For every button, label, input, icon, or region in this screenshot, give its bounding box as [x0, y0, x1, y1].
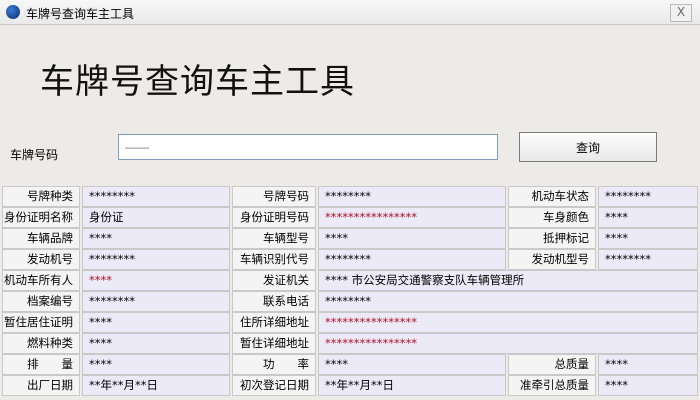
field-row: 车辆品牌 **** 车辆型号 **** 抵押标记 ****	[0, 228, 700, 249]
field-value: ****	[82, 354, 230, 375]
field-value: ********	[318, 291, 698, 312]
field-value: ****************	[318, 312, 698, 333]
field-value: ****	[82, 312, 230, 333]
field-row: 身份证明名称 身份证 身份证明号码 **************** 车身颜色 ****	[0, 207, 700, 228]
field-label: 抵押标记	[508, 228, 596, 249]
title-bar: 车牌号查询车主工具 X	[0, 0, 700, 25]
field-label: 号牌号码	[232, 186, 316, 207]
field-label: 住所详细地址	[232, 312, 316, 333]
field-label: 车辆品牌	[2, 228, 80, 249]
field-label: 功 率	[232, 354, 316, 375]
field-label: 准牵引总质量	[508, 375, 596, 396]
app-logo-icon	[6, 5, 20, 19]
field-label: 发证机关	[232, 270, 316, 291]
plate-number-label: 车牌号码	[10, 148, 59, 162]
field-label: 燃料种类	[2, 333, 80, 354]
window-title: 车牌号查询车主工具	[26, 7, 135, 21]
field-value: 身份证	[82, 207, 230, 228]
field-value: **** 市公安局交通警察支队车辆管理所	[318, 270, 698, 291]
field-value: ****************	[318, 207, 506, 228]
field-label: 暂住居住证明	[2, 312, 80, 333]
field-value: ****	[598, 354, 698, 375]
page-title: 车牌号查询车主工具	[40, 62, 355, 102]
field-value: ********	[82, 291, 230, 312]
field-row: 档案编号 ******** 联系电话 ********	[0, 291, 700, 312]
field-value: **年**月**日	[318, 375, 506, 396]
field-label: 档案编号	[2, 291, 80, 312]
field-value: ********	[598, 186, 698, 207]
field-value: ****	[82, 333, 230, 354]
field-value: ****************	[318, 333, 698, 354]
field-label: 排 量	[2, 354, 80, 375]
field-label: 车身颜色	[508, 207, 596, 228]
field-label: 车辆型号	[232, 228, 316, 249]
field-label: 出厂日期	[2, 375, 80, 396]
field-label: 发动机型号	[508, 249, 596, 270]
field-label: 暂住详细地址	[232, 333, 316, 354]
field-label: 总质量	[508, 354, 596, 375]
field-label: 发动机号	[2, 249, 80, 270]
field-value: ********	[318, 186, 506, 207]
field-value: ****	[82, 270, 230, 291]
field-value: ****	[598, 228, 698, 249]
field-row: 发动机号 ******** 车辆识别代号 ******** 发动机型号 ********	[0, 249, 700, 270]
field-label: 机动车状态	[508, 186, 596, 207]
field-row: 号牌种类 ******** 号牌号码 ******** 机动车状态 ********	[0, 186, 700, 207]
field-value: **年**月**日	[82, 375, 230, 396]
field-value: ********	[318, 249, 506, 270]
field-row: 暂住居住证明 **** 住所详细地址 ****************	[0, 312, 700, 333]
field-row: 出厂日期 **年**月**日 初次登记日期 **年**月**日 准牵引总质量 ****	[0, 375, 700, 396]
close-button[interactable]: X	[670, 4, 692, 22]
field-value: ****	[598, 375, 698, 396]
field-label: 初次登记日期	[232, 375, 316, 396]
query-button[interactable]: 查询	[519, 132, 657, 162]
field-value: ****	[82, 228, 230, 249]
field-value: ****	[598, 207, 698, 228]
field-label: 身份证明号码	[232, 207, 316, 228]
field-label: 机动车所有人	[2, 270, 80, 291]
field-row: 燃料种类 **** 暂住详细地址 ****************	[0, 333, 700, 354]
app-window: 车牌号查询车主工具 X 车牌号查询车主工具 车牌号码 查询 号牌种类******…	[0, 0, 700, 400]
field-label: 车辆识别代号	[232, 249, 316, 270]
field-row: 排 量 **** 功 率 **** 总质量 ****	[0, 354, 700, 375]
field-value: ****	[318, 354, 506, 375]
field-label: 号牌种类	[2, 186, 80, 207]
field-row: 机动车所有人 **** 发证机关 **** 市公安局交通警察支队车辆管理所	[0, 270, 700, 291]
plate-number-input[interactable]	[118, 134, 498, 160]
field-value: ********	[598, 249, 698, 270]
field-value: ********	[82, 186, 230, 207]
field-value: ****	[318, 228, 506, 249]
field-label: 身份证明名称	[2, 207, 80, 228]
field-value: ********	[82, 249, 230, 270]
field-label: 联系电话	[232, 291, 316, 312]
